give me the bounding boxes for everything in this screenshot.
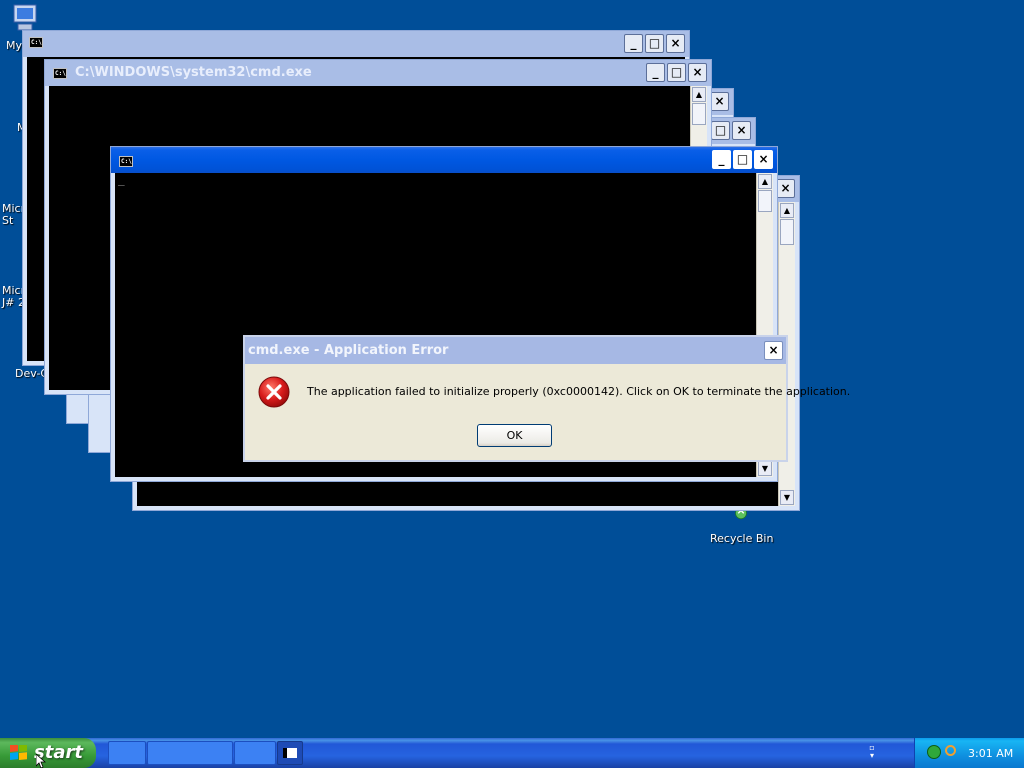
error-message: The application failed to initialize pro…	[307, 385, 851, 398]
maximize-button[interactable]: □	[667, 63, 686, 82]
window-controls: _ □ ×	[646, 63, 707, 82]
window-titlebar[interactable]: C:\	[111, 147, 777, 173]
console-icon	[283, 748, 297, 758]
cmd-icon: C:\	[53, 68, 67, 79]
scroll-down-button[interactable]: ▼	[758, 461, 772, 476]
window-controls: ×	[776, 179, 795, 198]
close-button[interactable]: ×	[754, 150, 773, 169]
text-cursor: _	[118, 173, 125, 186]
close-button[interactable]: ×	[666, 34, 685, 53]
taskbar: start ▫ ▾ 3:01 AM	[0, 738, 1024, 768]
maximize-button[interactable]: □	[645, 34, 664, 53]
scroll-thumb[interactable]	[758, 190, 772, 212]
close-button[interactable]: ×	[776, 179, 795, 198]
ok-button[interactable]: OK	[477, 424, 552, 447]
start-button[interactable]: start	[0, 738, 96, 768]
taskbar-expand-icon[interactable]: ▫ ▾	[866, 744, 878, 762]
clock[interactable]: 3:01 AM	[968, 747, 1013, 760]
scroll-thumb[interactable]	[692, 103, 706, 125]
close-button[interactable]: ×	[688, 63, 707, 82]
window-controls: ×	[710, 92, 729, 111]
scroll-up-button[interactable]: ▲	[758, 174, 772, 189]
window-titlebar[interactable]: C:\	[23, 31, 689, 57]
window-title: C:\WINDOWS\system32\cmd.exe	[75, 65, 312, 80]
dialog-close-button[interactable]: ×	[764, 341, 783, 360]
close-button[interactable]: ×	[732, 121, 751, 140]
minimize-button[interactable]: _	[712, 150, 731, 169]
search-icon[interactable]	[945, 745, 956, 756]
taskbar-item[interactable]	[108, 741, 146, 765]
window-controls: _ □ ×	[624, 34, 685, 53]
desktop: My M Micro St Micro J# 2 Dev-C Recycle B…	[0, 0, 1024, 738]
desktop-icon-label: Recycle Bin	[710, 532, 774, 545]
network-icon[interactable]	[927, 745, 941, 759]
maximize-button[interactable]: □	[733, 150, 752, 169]
desktop-icon-recycle-bin[interactable]: Recycle Bin	[710, 505, 774, 545]
application-error-dialog[interactable]: cmd.exe - Application Error × The applic…	[243, 335, 850, 462]
system-tray: 3:01 AM	[914, 738, 1024, 768]
window-controls: □ ×	[711, 121, 751, 140]
taskbar-item-console[interactable]	[277, 741, 303, 765]
window-titlebar[interactable]: C:\ C:\WINDOWS\system32\cmd.exe	[45, 60, 711, 86]
cmd-icon: C:\	[119, 156, 133, 167]
scroll-down-button[interactable]: ▼	[780, 490, 794, 505]
taskbar-item[interactable]	[234, 741, 276, 765]
close-button[interactable]: ×	[710, 92, 729, 111]
cmd-icon: C:\	[29, 37, 43, 48]
minimize-button[interactable]: _	[624, 34, 643, 53]
scroll-thumb[interactable]	[780, 219, 794, 245]
dialog-title[interactable]: cmd.exe - Application Error	[245, 337, 786, 364]
taskbar-item[interactable]	[147, 741, 233, 765]
maximize-button[interactable]: □	[711, 121, 730, 140]
minimize-button[interactable]: _	[646, 63, 665, 82]
scroll-up-button[interactable]: ▲	[692, 87, 706, 102]
windows-logo-icon	[10, 745, 27, 761]
mouse-pointer-icon	[36, 754, 46, 768]
window-controls: _ □ ×	[712, 150, 773, 169]
scroll-up-button[interactable]: ▲	[780, 203, 794, 218]
error-icon	[258, 376, 290, 408]
